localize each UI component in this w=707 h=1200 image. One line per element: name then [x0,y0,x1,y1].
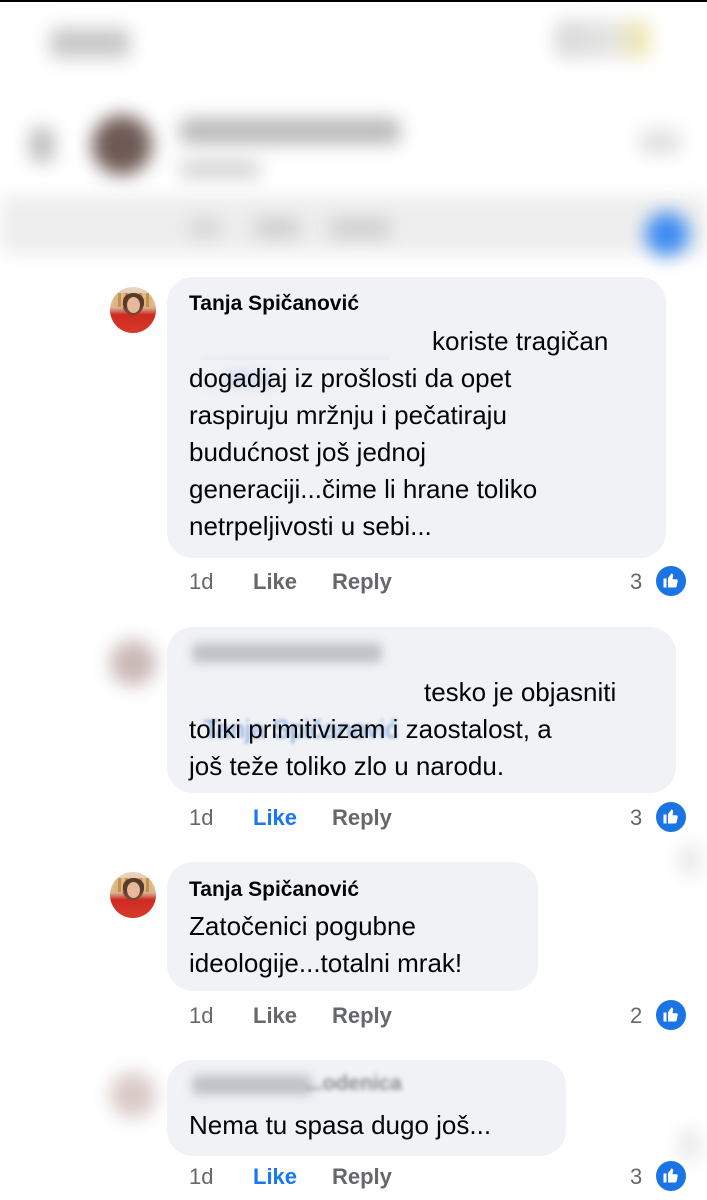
top-border [0,0,707,2]
timestamp: 1d [189,805,214,830]
comment-line: toliki primitivizam i zaostalost, a [189,714,552,744]
blurred-author-name [192,643,382,663]
comment-line: generaciji...čime li hrane toliko [189,474,538,504]
blurred-author-name [180,118,400,144]
comment-line: dogadjaj iz prošlosti da opet [189,363,512,393]
blurred-edge [680,1130,700,1160]
thumbs-up-icon[interactable] [654,800,688,834]
thumbs-up-icon[interactable] [654,564,688,598]
timestamp: 1d [189,1164,214,1189]
timestamp: 1d [189,1003,214,1028]
blurred-action [255,220,300,236]
blurred-more-icon [640,130,680,154]
comment-line: ideologije...totalni mrak! [189,948,463,978]
comment-line: budućnost još jednoj [189,437,427,467]
comment-meta: 1d Like Reply [189,805,449,833]
comment-author[interactable]: Tanja Spičanović [189,292,359,316]
reaction-count[interactable]: 2 [630,1003,642,1029]
comment-meta: 1d Like Reply [189,1164,449,1192]
blurred-author-name [192,1075,312,1095]
avatar[interactable] [110,872,156,918]
blurred-avatar [110,640,156,686]
comment-line: Nema tu spasa dugo još... [189,1110,492,1140]
blurred-back-icon [30,128,54,162]
comment-author[interactable]: Tanja Spičanović [189,878,359,902]
blurred-action [190,220,220,236]
reaction-count[interactable]: 3 [630,569,642,595]
comment-line: netrpeljivosti u sebi... [189,511,432,541]
avatar[interactable] [110,287,156,333]
thumbs-up-icon[interactable] [654,1159,688,1193]
blurred-avatar [92,115,152,175]
like-button[interactable]: Like [253,1164,297,1190]
reply-button[interactable]: Reply [332,1003,392,1029]
blurred-subtitle [180,160,260,178]
comment-line: tesko je objasniti [424,677,617,707]
blurred-edge [680,845,700,875]
reaction-count[interactable]: 3 [630,805,642,831]
comment-line: još teže toliko zlo u narodu. [189,751,505,781]
like-button[interactable]: Like [253,805,297,831]
comment-meta: 1d Like Reply [189,1003,449,1031]
comment-line: raspiruju mržnju i pečatiraju [189,400,507,430]
mention-blur-cover [189,323,389,360]
comment-author[interactable]: ...odenica [305,1072,402,1096]
blurred-header-title [50,28,130,58]
comment-line: koriste tragičan [432,326,609,356]
comment-meta: 1d Like Reply [189,569,449,597]
timestamp: 1d [189,569,214,594]
blurred-action [330,220,390,236]
reply-button[interactable]: Reply [332,569,392,595]
blurred-header-action [555,20,650,58]
reply-button[interactable]: Reply [332,1164,392,1190]
thumbs-up-icon[interactable] [654,998,688,1032]
reaction-count[interactable]: 3 [630,1164,642,1190]
blurred-avatar [110,1072,156,1118]
like-button[interactable]: Like [253,1003,297,1029]
like-button[interactable]: Like [253,569,297,595]
reply-button[interactable]: Reply [332,805,392,831]
blurred-like-icon [645,212,689,256]
comment-line: Zatočenici pogubne [189,911,416,941]
